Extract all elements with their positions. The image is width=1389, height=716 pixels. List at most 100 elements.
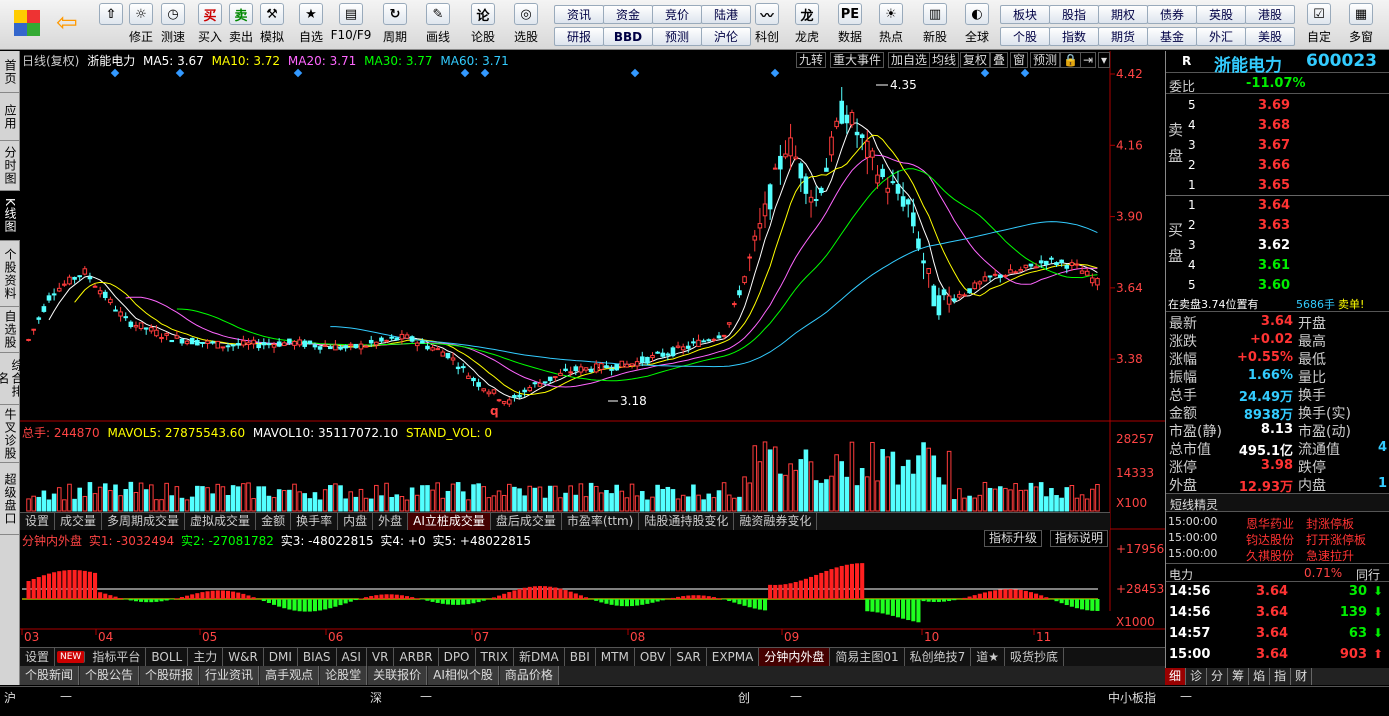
select-stock-button[interactable]: ◎ 选股	[509, 0, 543, 45]
chart-menu-chevron-icon[interactable]: ▾	[1098, 52, 1111, 68]
quote-tab-3[interactable]: 筹	[1228, 668, 1250, 685]
indicator-upgrade-button[interactable]: 指标升级	[984, 530, 1043, 547]
ind-tab-22[interactable]: 道★	[971, 648, 1006, 666]
ind-tab-8[interactable]: ASI	[337, 648, 367, 666]
short-stock[interactable]: 恩华药业	[1246, 515, 1294, 532]
news-tab-7[interactable]: AI相似个股	[428, 666, 499, 685]
toolbar-grid-btn-3-1[interactable]: 指数	[1049, 27, 1099, 46]
ask-price[interactable]: 3.68	[1258, 118, 1290, 133]
vol-tab-4[interactable]: 金额	[256, 513, 292, 530]
ticker-more[interactable]: 同行	[1356, 566, 1380, 583]
news-tab-2[interactable]: 个股研报	[140, 666, 200, 685]
ask-price[interactable]: 3.69	[1258, 98, 1290, 113]
app-logo-icon[interactable]	[14, 10, 40, 36]
chart-btn-3[interactable]: 均线	[929, 52, 960, 68]
leftnav-item-1[interactable]: 应用	[0, 93, 20, 141]
toolbar-grid-btn-2-5[interactable]: 港股	[1245, 5, 1295, 24]
data-button[interactable]: PE 数据	[833, 0, 867, 45]
modify-button[interactable]: ☼ 修正	[124, 0, 158, 45]
vol-tab-11[interactable]: 陆股通持股变化	[639, 513, 735, 530]
toolbar-grid-btn-1-3[interactable]: 沪伦	[701, 27, 751, 46]
new-stock-button[interactable]: ▥ 新股	[918, 0, 952, 45]
leftnav-item-3[interactable]: K线图	[0, 191, 20, 241]
toolbar-grid-btn-0-2[interactable]: 竞价	[652, 5, 702, 24]
toolbar-grid-btn-1-2[interactable]: 预测	[652, 27, 702, 46]
multi-window-button[interactable]: ▦ 多窗	[1344, 0, 1378, 45]
toolbar-grid-btn-0-1[interactable]: 资金	[603, 5, 653, 24]
chart-btn-6[interactable]: 窗	[1010, 52, 1029, 68]
toolbar-grid-btn-0-3[interactable]: 陆港	[701, 5, 751, 24]
toolbar-grid-btn-1-0[interactable]: 研报	[554, 27, 604, 46]
toolbar-grid-btn-3-2[interactable]: 期货	[1098, 27, 1148, 46]
vol-tab-5[interactable]: 换手率	[291, 513, 339, 530]
leftnav-item-8[interactable]: 超级盘口	[0, 463, 20, 535]
news-tab-1[interactable]: 个股公告	[80, 666, 140, 685]
news-tab-0[interactable]: 个股新闻	[20, 666, 80, 685]
ind-tab-0[interactable]: 设置	[20, 648, 56, 666]
quote-tab-5[interactable]: 指	[1270, 668, 1292, 685]
ind-tab-18[interactable]: EXPMA	[707, 648, 760, 666]
chart-btn-0[interactable]: 九转	[796, 52, 827, 68]
ind-tab-16[interactable]: OBV	[635, 648, 672, 666]
back-arrow-icon[interactable]: ⇦	[56, 10, 78, 36]
custom-button[interactable]: ☑ 自定	[1302, 0, 1336, 45]
ask-price[interactable]: 3.65	[1258, 178, 1290, 193]
leftnav-item-0[interactable]: 首页	[0, 51, 20, 93]
bid-price[interactable]: 3.62	[1258, 238, 1290, 253]
ind-tab-10[interactable]: ARBR	[394, 648, 439, 666]
quote-tab-1[interactable]: 诊	[1186, 668, 1208, 685]
ind-tab-20[interactable]: 简易主图01	[830, 648, 905, 666]
quote-tab-6[interactable]: 财	[1291, 668, 1313, 685]
vol-tab-0[interactable]: 设置	[20, 513, 56, 530]
pin-icon[interactable]: ⇥	[1080, 52, 1097, 68]
status-sz[interactable]: 深	[370, 689, 382, 706]
ind-tab-19[interactable]: 分钟内外盘	[759, 648, 831, 666]
bid-price[interactable]: 3.63	[1258, 218, 1290, 233]
measure-button[interactable]: ◷ 测速	[156, 0, 190, 45]
vol-tab-12[interactable]: 融资融券变化	[734, 513, 818, 530]
status-cy[interactable]: 创	[738, 689, 750, 706]
short-line-title[interactable]: 短线精灵	[1170, 496, 1218, 513]
short-stock[interactable]: 钧达股份	[1246, 531, 1294, 548]
chart-btn-7[interactable]: 预测	[1030, 52, 1061, 68]
draw-button[interactable]: ✎ 画线	[421, 0, 455, 45]
bid-price[interactable]: 3.64	[1258, 198, 1290, 213]
ind-tab-12[interactable]: TRIX	[476, 648, 514, 666]
ticker-industry[interactable]: 电力	[1169, 566, 1193, 583]
vol-tab-8[interactable]: AI立桩成交量	[408, 513, 491, 530]
f10-button[interactable]: ▤ F10/F9	[331, 0, 371, 42]
self-select-button[interactable]: ★ 自选	[294, 0, 328, 45]
sell-button[interactable]: 卖卖出	[224, 0, 258, 45]
up-button[interactable]: ⇧	[94, 0, 128, 25]
vol-tab-6[interactable]: 内盘	[338, 513, 374, 530]
ind-tab-14[interactable]: BBI	[565, 648, 596, 666]
period-button[interactable]: ↻ 周期	[378, 0, 412, 45]
vol-tab-10[interactable]: 市盈率(ttm)	[562, 513, 640, 530]
status-zxb[interactable]: 中小板指	[1108, 689, 1156, 706]
kechuang-button[interactable]: 〰科创	[750, 0, 784, 45]
leftnav-item-6[interactable]: 综合排名	[0, 353, 24, 405]
ind-tab-9[interactable]: VR	[367, 648, 395, 666]
kline-chart[interactable]: 4.42 4.16 3.90 3.64 3.38 4.35 3.18 q 28257 14333 X…	[20, 51, 1165, 647]
news-tab-4[interactable]: 高手观点	[260, 666, 320, 685]
toolbar-grid-btn-2-2[interactable]: 期权	[1098, 5, 1148, 24]
ind-tab-15[interactable]: MTM	[596, 648, 635, 666]
leftnav-item-7[interactable]: 牛叉诊股	[0, 405, 20, 463]
toolbar-grid-btn-3-0[interactable]: 个股	[1000, 27, 1050, 46]
news-tab-3[interactable]: 行业资讯	[200, 666, 260, 685]
indicator-help-button[interactable]: 指标说明	[1050, 530, 1109, 547]
status-sh[interactable]: 沪	[4, 689, 16, 706]
buy-button[interactable]: 买买入	[193, 0, 227, 45]
vol-tab-3[interactable]: 虚拟成交量	[185, 513, 257, 530]
toolbar-grid-btn-1-1[interactable]: BBD	[603, 27, 653, 46]
leftnav-item-2[interactable]: 分时图	[0, 141, 20, 191]
hot-button[interactable]: ☀ 热点	[874, 0, 908, 45]
ind-tab-11[interactable]: DPO	[439, 648, 476, 666]
vol-tab-1[interactable]: 成交量	[55, 513, 103, 530]
vol-tab-7[interactable]: 外盘	[373, 513, 409, 530]
dragon-button[interactable]: 龙龙虎	[790, 0, 824, 45]
ind-tab-5[interactable]: W&R	[223, 648, 264, 666]
news-tab-6[interactable]: 关联报价	[368, 666, 428, 685]
ind-tab-6[interactable]: DMI	[264, 648, 298, 666]
quote-tab-2[interactable]: 分	[1207, 668, 1229, 685]
